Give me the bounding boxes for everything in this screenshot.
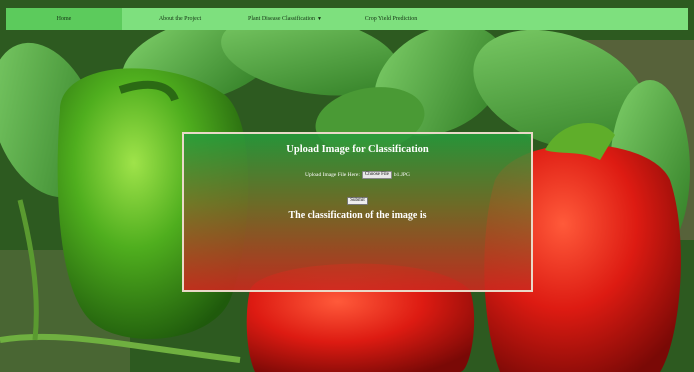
panel-title: Upload Image for Classification (286, 144, 429, 155)
nav-item-plant-disease-dropdown[interactable]: Plant Disease Classification ▼ (238, 8, 332, 30)
nav-item-label: About the Project (158, 16, 202, 22)
top-navbar: Home About the Project Plant Disease Cla… (6, 8, 688, 30)
file-upload-row: Upload Image File Here: Choose File b1.J… (184, 171, 531, 179)
submit-button[interactable]: Submit (347, 197, 368, 205)
nav-item-label: Plant Disease Classification (248, 16, 316, 22)
nav-item-home[interactable]: Home (6, 8, 122, 30)
nav-item-label: Crop Yield Prediction (364, 16, 418, 22)
caret-down-icon: ▼ (317, 16, 322, 22)
upload-panel: Upload Image for Classification Upload I… (182, 132, 533, 292)
selected-file-name: b1.JPG (393, 172, 410, 178)
nav-item-about[interactable]: About the Project (122, 8, 238, 30)
classification-result-text: The classification of the image is (288, 210, 427, 221)
file-upload-label: Upload Image File Here: (305, 172, 360, 178)
nav-item-crop-yield[interactable]: Crop Yield Prediction (332, 8, 450, 30)
nav-item-label: Home (56, 16, 72, 22)
choose-file-button[interactable]: Choose File (361, 171, 392, 179)
